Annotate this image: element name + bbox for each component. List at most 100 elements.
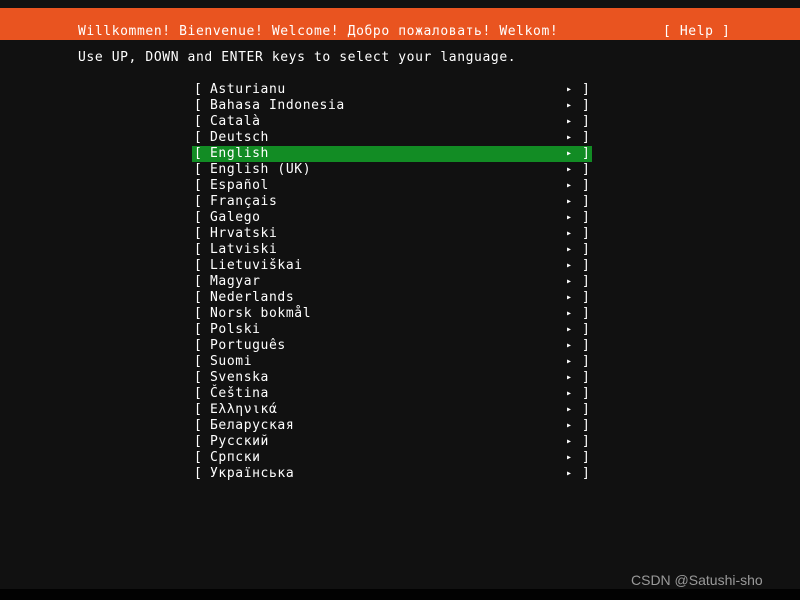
bracket-close: ] <box>582 178 591 193</box>
bracket-close: ] <box>582 306 591 321</box>
bracket-open: [ <box>194 418 203 433</box>
language-option-label: Português <box>210 338 286 353</box>
language-option[interactable]: [Català ▸] <box>192 114 592 130</box>
language-option[interactable]: [Español ▸] <box>192 178 592 194</box>
bracket-open: [ <box>194 130 203 145</box>
bracket-close: ] <box>582 322 591 337</box>
bracket-close: ] <box>582 274 591 289</box>
language-option[interactable]: [Русский ▸] <box>192 434 592 450</box>
help-button[interactable]: [ Help ] <box>663 24 730 40</box>
chevron-right-icon: ▸ <box>566 388 573 399</box>
chevron-right-icon: ▸ <box>566 452 573 463</box>
chevron-right-icon: ▸ <box>566 164 573 175</box>
language-option[interactable]: [Magyar ▸] <box>192 274 592 290</box>
chevron-right-icon: ▸ <box>566 260 573 271</box>
chevron-right-icon: ▸ <box>566 84 573 95</box>
bracket-open: [ <box>194 226 203 241</box>
language-option[interactable]: [Nederlands ▸] <box>192 290 592 306</box>
installer-screen: Willkommen! Bienvenue! Welcome! Добро по… <box>0 0 800 600</box>
language-option-label: Deutsch <box>210 130 269 145</box>
language-option[interactable]: [ Lietuviškai ▸] <box>192 258 592 274</box>
bracket-close: ] <box>582 354 591 369</box>
chevron-right-icon: ▸ <box>566 420 573 431</box>
bracket-close: ] <box>582 226 591 241</box>
bracket-close: ] <box>582 402 591 417</box>
chevron-right-icon: ▸ <box>566 244 573 255</box>
bracket-open: [ <box>194 434 203 449</box>
language-option[interactable]: [Ελληνικά ▸] <box>192 402 592 418</box>
language-option[interactable]: [Latviski ▸] <box>192 242 592 258</box>
language-option[interactable]: [Deutsch ▸] <box>192 130 592 146</box>
welcome-title: Willkommen! Bienvenue! Welcome! Добро по… <box>78 24 559 39</box>
language-option[interactable]: [Galego ▸] <box>192 210 592 226</box>
language-option-label: Galego <box>210 210 261 225</box>
bottom-band <box>0 589 800 600</box>
chevron-right-icon: ▸ <box>566 180 573 191</box>
language-option-label: Latviski <box>210 242 278 257</box>
language-option[interactable]: [Polski ▸] <box>192 322 592 338</box>
chevron-right-icon: ▸ <box>566 292 573 303</box>
language-option-label: Hrvatski <box>210 226 278 241</box>
language-option[interactable]: [Asturianu ▸] <box>192 82 592 98</box>
chevron-right-icon: ▸ <box>566 132 573 143</box>
chevron-right-icon: ▸ <box>566 308 573 319</box>
language-option[interactable]: [Беларуская ▸] <box>192 418 592 434</box>
bracket-close: ] <box>582 146 591 161</box>
bracket-close: ] <box>582 82 591 97</box>
language-option-label: Magyar <box>210 274 261 289</box>
language-option-label: Українська <box>210 466 295 481</box>
bracket-open: [ <box>194 402 203 417</box>
bracket-close: ] <box>582 258 591 273</box>
watermark-label: CSDN @Satushi-sho <box>631 572 763 588</box>
language-option[interactable]: [Suomi ▸] <box>192 354 592 370</box>
language-option-label: Српски <box>210 450 261 465</box>
chevron-right-icon: ▸ <box>566 404 573 415</box>
chevron-right-icon: ▸ <box>566 196 573 207</box>
chevron-right-icon: ▸ <box>566 372 573 383</box>
language-menu[interactable]: [Asturianu ▸] [Bahasa Indonesia ▸] [Català ▸]… <box>192 82 592 482</box>
language-option[interactable]: [Čeština ▸] <box>192 386 592 402</box>
bracket-close: ] <box>582 338 591 353</box>
bracket-open: [ <box>194 146 203 161</box>
language-option[interactable]: [Bahasa Indonesia ▸] <box>192 98 592 114</box>
chevron-right-icon: ▸ <box>566 276 573 287</box>
language-option[interactable]: [ Српски ▸] <box>192 450 592 466</box>
language-option[interactable]: [English ▸] <box>192 146 592 162</box>
header-bar: Willkommen! Bienvenue! Welcome! Добро по… <box>0 8 800 40</box>
language-option[interactable]: [ Português ▸] <box>192 338 592 354</box>
bracket-close: ] <box>582 386 591 401</box>
bracket-open: [ <box>194 338 203 353</box>
bracket-open: [ <box>194 466 203 481</box>
bracket-open: [ <box>194 114 203 129</box>
bracket-close: ] <box>582 418 591 433</box>
language-option-label: English (UK) <box>210 162 312 177</box>
bracket-open: [ <box>194 162 203 177</box>
language-option[interactable]: [Norsk bokmål ▸] <box>192 306 592 322</box>
language-option[interactable]: [Українська ▸] <box>192 466 592 482</box>
language-option-label: Čeština <box>210 386 269 401</box>
bracket-open: [ <box>194 98 203 113</box>
bracket-open: [ <box>194 210 203 225</box>
bracket-close: ] <box>582 114 591 129</box>
language-option-label: Asturianu <box>210 82 286 97</box>
bracket-close: ] <box>582 210 591 225</box>
language-option[interactable]: [English (UK) ▸] <box>192 162 592 178</box>
chevron-right-icon: ▸ <box>566 340 573 351</box>
language-option-label: Lietuviškai <box>210 258 303 273</box>
bracket-open: [ <box>194 322 203 337</box>
chevron-right-icon: ▸ <box>566 436 573 447</box>
language-option-label: Bahasa Indonesia <box>210 98 345 113</box>
language-option[interactable]: [Français ▸] <box>192 194 592 210</box>
instruction-text: Use UP, DOWN and ENTER keys to select yo… <box>78 50 517 65</box>
bracket-open: [ <box>194 306 203 321</box>
bracket-close: ] <box>582 450 591 465</box>
language-option-label: English <box>210 146 269 161</box>
chevron-right-icon: ▸ <box>566 100 573 111</box>
language-option[interactable]: [Hrvatski ▸] <box>192 226 592 242</box>
language-option[interactable]: [Svenska ▸] <box>192 370 592 386</box>
bracket-open: [ <box>194 450 203 465</box>
bracket-open: [ <box>194 354 203 369</box>
language-option-label: Suomi <box>210 354 253 369</box>
bracket-open: [ <box>194 258 203 273</box>
bracket-open: [ <box>194 242 203 257</box>
